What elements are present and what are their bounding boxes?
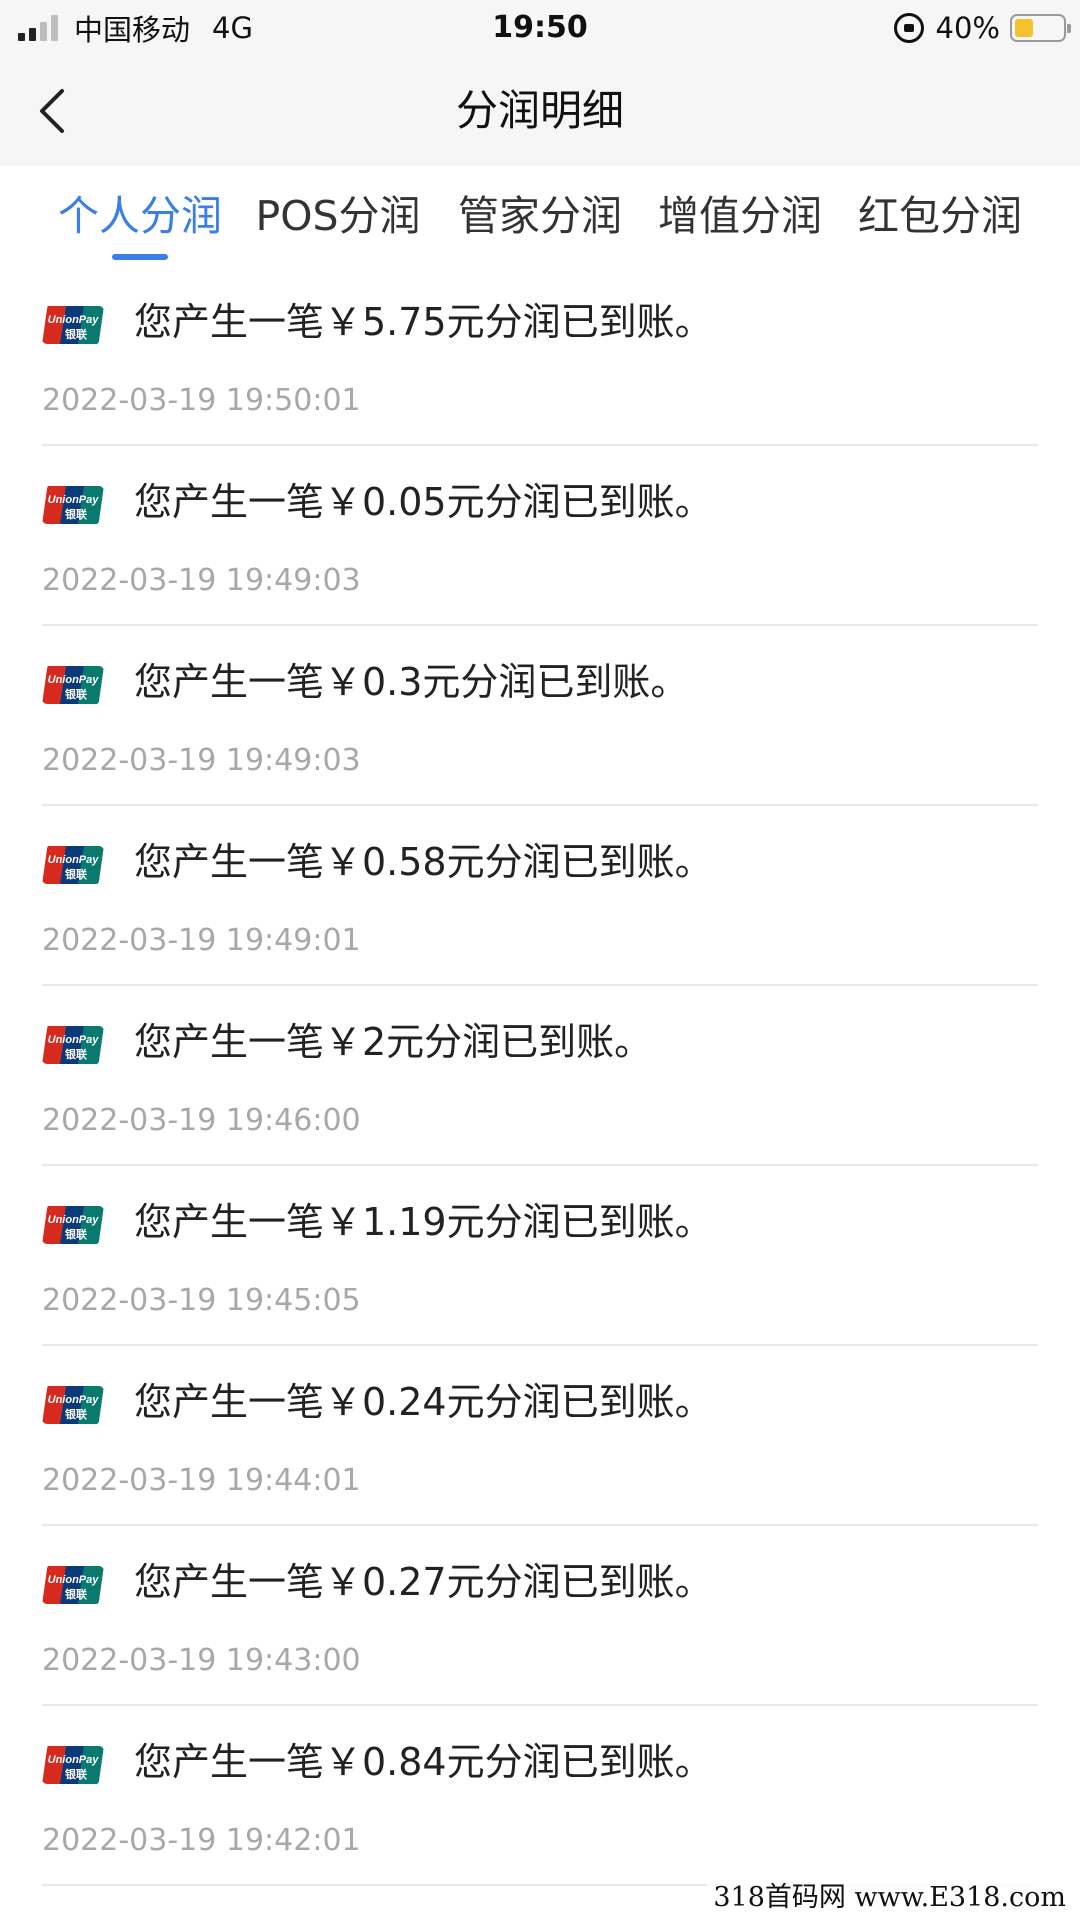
screen: 中国移动 4G 19:50 40% 分润明细 个人分润 POS分润 管家分润 增… [0, 0, 1080, 1920]
svg-text:银联: 银联 [65, 327, 87, 341]
svg-text:UnionPay: UnionPay [48, 1214, 100, 1226]
list-item[interactable]: UnionPay 银联 您产生一笔￥1.19元分润已到账。 2022-03-19 19… [0, 1166, 1080, 1346]
unionpay-icon: UnionPay 银联 [42, 1026, 104, 1064]
tab-personal-profit[interactable]: 个人分润 [52, 186, 228, 246]
record-timestamp: 2022-03-19 19:49:03 [42, 563, 361, 598]
record-timestamp: 2022-03-19 19:49:01 [42, 923, 361, 958]
status-right: 40% [893, 8, 1071, 48]
page-title: 分润明细 [455, 86, 624, 135]
svg-text:银联: 银联 [65, 1587, 87, 1601]
svg-text:UnionPay: UnionPay [48, 1574, 100, 1586]
tab-steward-profit[interactable]: 管家分润 [452, 186, 628, 246]
svg-text:UnionPay: UnionPay [48, 314, 100, 326]
rotation-lock-icon [893, 13, 924, 43]
svg-text:UnionPay: UnionPay [48, 1034, 100, 1046]
record-timestamp: 2022-03-19 19:45:05 [42, 1283, 361, 1318]
unionpay-icon: UnionPay 银联 [42, 306, 104, 344]
navigation-bar: 分润明细 [0, 56, 1080, 166]
unionpay-icon: UnionPay 银联 [42, 486, 104, 524]
svg-text:UnionPay: UnionPay [48, 494, 100, 506]
svg-text:UnionPay: UnionPay [48, 674, 100, 686]
battery-level [1015, 19, 1034, 37]
tab-bar: 个人分润 POS分润 管家分润 增值分润 红包分润 [0, 166, 1080, 266]
record-message: 您产生一笔￥0.3元分润已到账。 [134, 660, 689, 704]
active-tab-indicator [112, 254, 168, 260]
list-item[interactable]: UnionPay 银联 您产生一笔￥0.3元分润已到账。 2022-03-19 19:… [0, 626, 1080, 806]
record-timestamp: 2022-03-19 19:43:00 [42, 1643, 361, 1678]
svg-text:银联: 银联 [65, 1767, 87, 1781]
list-item[interactable]: UnionPay 银联 您产生一笔￥0.24元分润已到账。 2022-03-19 19… [0, 1346, 1080, 1526]
chevron-left-icon [40, 89, 64, 133]
svg-text:银联: 银联 [65, 1047, 87, 1061]
svg-text:UnionPay: UnionPay [48, 854, 100, 866]
svg-text:银联: 银联 [65, 687, 87, 701]
list-item[interactable]: UnionPay 银联 您产生一笔￥2元分润已到账。 2022-03-19 19:46… [0, 986, 1080, 1166]
unionpay-icon: UnionPay 银联 [42, 846, 104, 884]
record-timestamp: 2022-03-19 19:50:01 [42, 383, 361, 418]
list-item[interactable]: UnionPay 银联 您产生一笔￥0.27元分润已到账。 2022-03-19 19… [0, 1526, 1080, 1706]
tab-red-packet-profit[interactable]: 红包分润 [852, 186, 1028, 246]
profit-record-list: UnionPay 银联 您产生一笔￥5.75元分润已到账。 2022-03-19 19… [0, 266, 1080, 1886]
unionpay-icon: UnionPay 银联 [42, 666, 104, 704]
unionpay-icon: UnionPay 银联 [42, 1386, 104, 1424]
record-message: 您产生一笔￥0.27元分润已到账。 [134, 1560, 713, 1604]
record-message: 您产生一笔￥2元分润已到账。 [134, 1020, 653, 1064]
svg-text:银联: 银联 [65, 1227, 87, 1241]
record-timestamp: 2022-03-19 19:42:01 [42, 1823, 361, 1858]
unionpay-icon: UnionPay 银联 [42, 1566, 104, 1604]
svg-text:UnionPay: UnionPay [48, 1394, 100, 1406]
record-message: 您产生一笔￥5.75元分润已到账。 [134, 300, 713, 344]
list-item[interactable]: UnionPay 银联 您产生一笔￥5.75元分润已到账。 2022-03-19 19… [0, 266, 1080, 446]
record-timestamp: 2022-03-19 19:44:01 [42, 1463, 361, 1498]
watermark: 318首码网 www.E318.com [707, 1878, 1072, 1918]
svg-text:银联: 银联 [65, 1407, 87, 1421]
record-message: 您产生一笔￥0.84元分润已到账。 [134, 1740, 713, 1784]
unionpay-icon: UnionPay 银联 [42, 1206, 104, 1244]
record-message: 您产生一笔￥1.19元分润已到账。 [134, 1200, 713, 1244]
tab-value-added-profit[interactable]: 增值分润 [652, 186, 828, 246]
record-message: 您产生一笔￥0.24元分润已到账。 [134, 1380, 713, 1424]
back-button[interactable] [24, 81, 84, 141]
svg-text:银联: 银联 [65, 507, 87, 521]
tab-pos-profit[interactable]: POS分润 [250, 186, 426, 246]
unionpay-icon: UnionPay 银联 [42, 1746, 104, 1784]
record-timestamp: 2022-03-19 19:46:00 [42, 1103, 361, 1138]
record-message: 您产生一笔￥0.58元分润已到账。 [134, 840, 713, 884]
record-message: 您产生一笔￥0.05元分润已到账。 [134, 480, 713, 524]
record-timestamp: 2022-03-19 19:49:03 [42, 743, 361, 778]
svg-text:银联: 银联 [65, 867, 87, 881]
list-item[interactable]: UnionPay 银联 您产生一笔￥0.58元分润已到账。 2022-03-19 19… [0, 806, 1080, 986]
list-item[interactable]: UnionPay 银联 您产生一笔￥0.05元分润已到账。 2022-03-19 19… [0, 446, 1080, 626]
status-bar: 中国移动 4G 19:50 40% [0, 0, 1080, 56]
list-item[interactable]: UnionPay 银联 您产生一笔￥0.84元分润已到账。 2022-03-19 19… [0, 1706, 1080, 1886]
battery-icon [1010, 14, 1071, 42]
svg-text:UnionPay: UnionPay [48, 1754, 100, 1766]
battery-percentage: 40% [935, 11, 1000, 45]
